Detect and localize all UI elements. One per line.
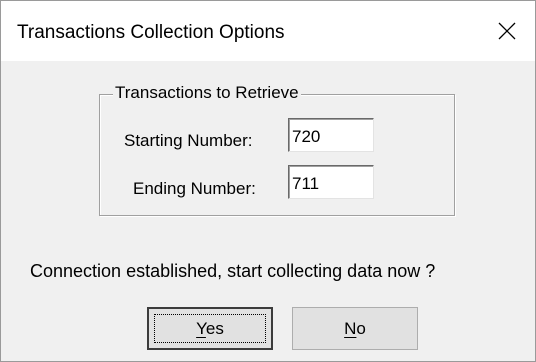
close-button[interactable] [479, 1, 535, 61]
ending-number-input[interactable] [288, 165, 374, 199]
confirmation-prompt: Connection established, start collecting… [30, 261, 436, 281]
yes-mnemonic: Y [196, 319, 206, 338]
groupbox-legend: Transactions to Retrieve [113, 83, 301, 103]
starting-number-input[interactable] [288, 118, 374, 152]
yes-button[interactable]: Yes [147, 307, 273, 350]
window-title: Transactions Collection Options [17, 22, 285, 43]
collection-options-dialog: Transactions Collection Options Transact… [0, 0, 536, 362]
no-button[interactable]: No [292, 307, 418, 350]
no-mnemonic: N [344, 319, 357, 338]
no-label-rest: o [356, 319, 366, 338]
close-icon [498, 22, 516, 40]
title-bar[interactable]: Transactions Collection Options [1, 1, 535, 61]
focus-rectangle [154, 314, 266, 343]
starting-number-label: Starting Number: [124, 131, 253, 150]
ending-number-label: Ending Number: [133, 179, 256, 198]
